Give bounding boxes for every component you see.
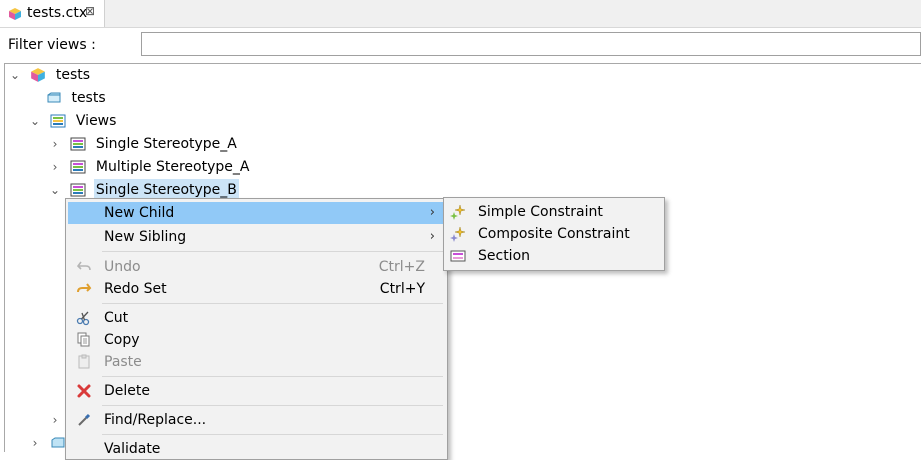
new-child-submenu: Simple Constraint Composite Constraint S… [443,197,665,271]
sparkle-icon [450,204,466,220]
menu-separator [102,303,443,304]
menu-item-label: Find/Replace... [104,412,207,428]
chevron-down-icon[interactable]: ⌄ [28,110,42,132]
chevron-right-icon[interactable]: › [28,432,42,454]
tree-item-single-stereotype-a[interactable]: › Single Stereotype_A [48,133,237,155]
tree-item-label: Single Stereotype_A [95,136,237,152]
section-icon [450,248,466,264]
filter-label: Filter views : [8,37,96,53]
menu-item-shortcut: Ctrl+Z [378,259,425,275]
menu-item-find-replace[interactable]: Find/Replace... [68,409,445,431]
submenu-item-label: Simple Constraint [478,204,603,220]
submenu-item-label: Composite Constraint [478,226,630,242]
chevron-right-icon: › [429,229,435,244]
tab-title: tests.ctx [27,5,88,21]
menu-item-label: New Sibling [104,229,187,245]
undo-icon [76,259,92,275]
chevron-right-icon[interactable]: › [48,156,62,178]
submenu-item-label: Section [478,248,531,264]
paste-icon [76,354,92,370]
tree-item-tests-root[interactable]: ⌄ tests [8,64,90,86]
menu-separator [102,376,443,377]
menu-item-shortcut: Ctrl+Y [379,281,425,297]
menu-item-cut[interactable]: Cut [68,307,445,329]
menu-item-label: Undo [104,259,141,275]
submenu-item-composite-constraint[interactable]: Composite Constraint [446,223,662,245]
menu-item-label: Redo Set [104,281,167,297]
view-icon [70,136,86,152]
view-icon [70,182,86,198]
menu-item-undo[interactable]: Undo Ctrl+Z [68,256,445,278]
cube-icon [30,67,46,83]
menu-item-label: Paste [104,354,142,370]
tree-item-label: tests [71,90,106,106]
tree-item-tests-folder[interactable]: tests [46,87,106,109]
sparkle-icon [450,226,466,242]
tree-item-label: Multiple Stereotype_A [95,159,250,175]
view-icon [70,159,86,175]
submenu-item-section[interactable]: Section [446,245,662,267]
copy-icon [76,332,92,348]
menu-separator [102,405,443,406]
menu-separator [102,251,443,252]
menu-item-label: Delete [104,383,150,399]
menu-item-validate[interactable]: Validate [68,438,445,460]
menu-item-new-sibling[interactable]: New Sibling › [68,226,445,248]
editor-tab-bar: tests.ctx ⊠ [0,0,921,28]
menu-item-label: Copy [104,332,140,348]
menu-item-paste[interactable]: Paste [68,351,445,373]
delete-icon [76,383,92,399]
chevron-right-icon[interactable]: › [48,133,62,155]
chevron-right-icon[interactable]: › [48,409,62,431]
menu-separator [102,434,443,435]
scissors-icon [76,310,92,326]
close-icon[interactable]: ⊠ [85,4,95,18]
menu-item-copy[interactable]: Copy [68,329,445,351]
submenu-item-simple-constraint[interactable]: Simple Constraint [446,201,662,223]
find-replace-icon [76,412,92,428]
filter-input[interactable] [141,32,921,56]
chevron-down-icon[interactable]: ⌄ [8,64,22,86]
menu-item-redo-set[interactable]: Redo Set Ctrl+Y [68,278,445,300]
cube-icon [8,7,22,25]
menu-item-new-child[interactable]: New Child › [68,202,445,224]
tree-item-label: tests [55,67,91,83]
menu-item-delete[interactable]: Delete [68,380,445,402]
menu-item-label: New Child [104,205,175,221]
menu-item-label: Cut [104,310,129,326]
tab-tests-ctx[interactable]: tests.ctx ⊠ [0,0,105,27]
chevron-right-icon: › [429,205,435,220]
menu-item-label: Validate [104,441,161,457]
redo-icon [76,281,92,297]
tree-item-label: Views [75,113,117,129]
tree-item-views[interactable]: ⌄ Views [28,110,116,132]
tree-item-multiple-stereotype-a[interactable]: › Multiple Stereotype_A [48,156,250,178]
tree-item-collapsed[interactable]: › [48,409,62,431]
context-menu: New Child › New Sibling › Undo Ctrl+Z Re… [65,198,448,460]
folder-icon [46,90,62,106]
views-icon [50,113,66,129]
chevron-down-icon[interactable]: ⌄ [48,179,62,201]
